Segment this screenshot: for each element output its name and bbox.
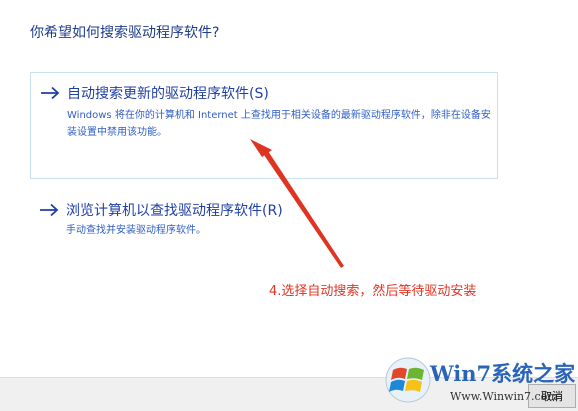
- option-browse-computer-title: 浏览计算机以查找驱动程序软件(R): [66, 203, 283, 219]
- option-auto-search[interactable]: 自动搜索更新的驱动程序软件(S) Windows 将在你的计算机和 Intern…: [30, 72, 498, 179]
- watermark-url: Www.Winwin7.com: [450, 390, 558, 403]
- windows-flag-icon: [385, 357, 431, 403]
- watermark-logo: Win7系统之家 Www.Winwin7.com: [384, 352, 578, 410]
- option-browse-computer-description: 手动查找并安装驱动程序软件。: [66, 225, 206, 236]
- option-auto-search-description: Windows 将在你的计算机和 Internet 上查找用于相关设备的最新驱动…: [67, 110, 491, 138]
- option-browse-computer-row: 浏览计算机以查找驱动程序软件(R): [38, 200, 283, 220]
- option-browse-computer[interactable]: 浏览计算机以查找驱动程序软件(R) 手动查找并安装驱动程序软件。: [30, 196, 498, 246]
- watermark-brand: Win7系统之家: [430, 361, 576, 386]
- right-arrow-icon: [41, 86, 60, 100]
- page-heading: 你希望如何搜索驱动程序软件?: [30, 25, 220, 41]
- option-auto-search-row: 自动搜索更新的驱动程序软件(S): [39, 83, 269, 103]
- annotation-text: 4.选择自动搜索，然后等待驱动安装: [269, 284, 477, 299]
- right-arrow-icon: [40, 203, 59, 217]
- driver-update-wizard: 你希望如何搜索驱动程序软件? 自动搜索更新的驱动程序软件(S) Windows …: [0, 0, 578, 411]
- option-auto-search-title: 自动搜索更新的驱动程序软件(S): [67, 86, 269, 102]
